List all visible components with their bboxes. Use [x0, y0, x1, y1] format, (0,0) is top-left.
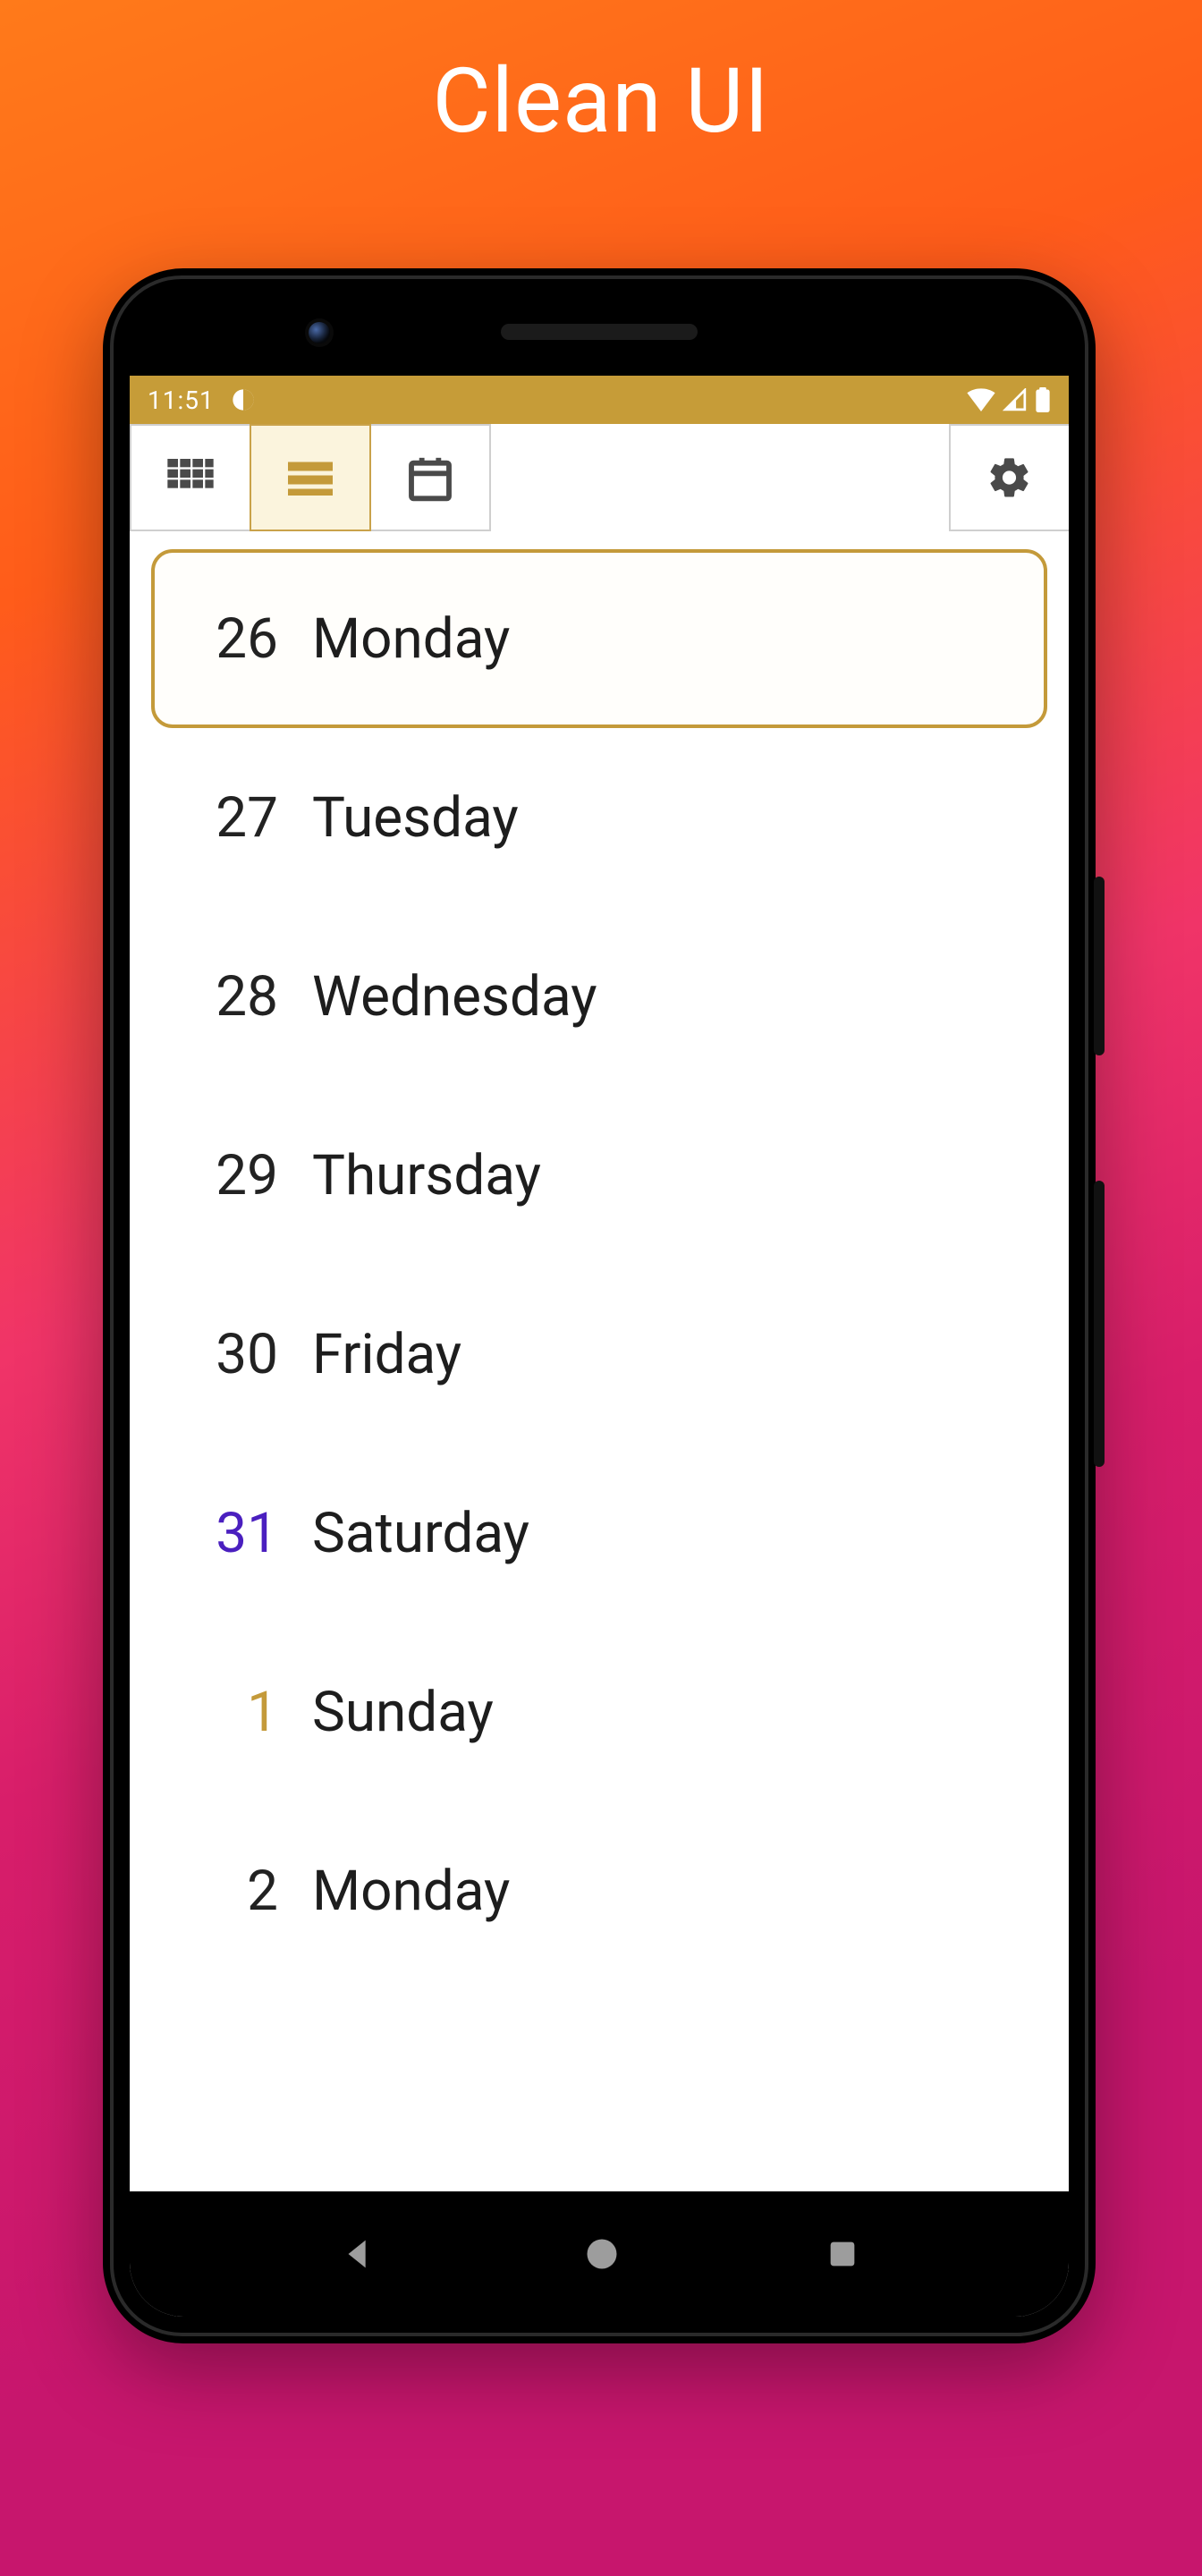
tab-list-view[interactable] [250, 424, 371, 531]
day-row[interactable]: 26 Monday [151, 549, 1047, 728]
day-row[interactable]: 2 Monday [151, 1801, 1047, 1980]
day-name: Wednesday [312, 964, 597, 1030]
day-name: Monday [312, 1859, 510, 1924]
wifi-icon [967, 388, 995, 411]
day-row[interactable]: 1 Sunday [151, 1623, 1047, 1801]
grid-view-icon [165, 453, 216, 503]
day-number: 1 [180, 1680, 278, 1745]
nav-back-button[interactable] [338, 2233, 379, 2275]
day-number: 2 [180, 1859, 278, 1924]
phone-side-button [1094, 1181, 1105, 1467]
tab-calendar-view[interactable] [369, 424, 491, 531]
view-tab-bar [130, 424, 1069, 531]
gear-icon [986, 454, 1033, 501]
phone-screen: 11:51 [130, 376, 1069, 2317]
phone-frame: 11:51 [103, 268, 1096, 2343]
day-number: 27 [180, 785, 278, 851]
battery-icon [1035, 387, 1051, 412]
day-number: 30 [180, 1322, 278, 1387]
day-row[interactable]: 27 Tuesday [151, 728, 1047, 907]
status-bar: 11:51 [130, 376, 1069, 424]
phone-side-button [1094, 877, 1105, 1055]
day-name: Thursday [312, 1143, 541, 1208]
calendar-icon [405, 453, 455, 503]
nav-recents-button[interactable] [825, 2236, 860, 2272]
tab-grid-view[interactable] [130, 424, 251, 531]
day-number: 26 [180, 606, 278, 672]
hero-title: Clean UI [0, 49, 1202, 154]
nav-home-button[interactable] [582, 2234, 622, 2274]
day-list[interactable]: 26 Monday 27 Tuesday 28 Wednesday 29 Thursday 30… [130, 531, 1069, 1980]
day-number: 28 [180, 964, 278, 1030]
day-row[interactable]: 31 Saturday [151, 1444, 1047, 1623]
status-time: 11:51 [148, 386, 215, 415]
day-name: Friday [312, 1322, 461, 1387]
settings-button[interactable] [949, 424, 1069, 531]
day-row[interactable]: 29 Thursday [151, 1086, 1047, 1265]
day-row[interactable]: 28 Wednesday [151, 907, 1047, 1086]
day-name: Saturday [312, 1501, 529, 1566]
app-notification-icon [231, 387, 256, 412]
system-nav-bar [130, 2191, 1069, 2317]
phone-camera [309, 322, 330, 343]
day-number: 31 [180, 1501, 278, 1566]
cell-signal-icon [1003, 388, 1028, 411]
phone-speaker [501, 324, 698, 340]
promo-background: Clean UI 11:51 [0, 0, 1202, 2576]
day-name: Tuesday [312, 785, 519, 851]
day-row[interactable]: 30 Friday [151, 1265, 1047, 1444]
day-name: Sunday [312, 1680, 494, 1745]
day-name: Monday [312, 606, 510, 672]
day-number: 29 [180, 1143, 278, 1208]
list-view-icon [284, 451, 337, 504]
